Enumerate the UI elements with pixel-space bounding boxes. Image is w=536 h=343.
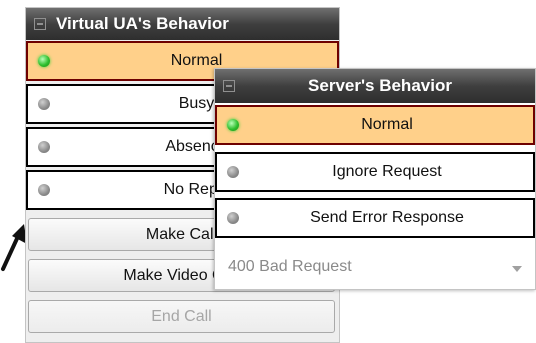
- collapse-icon[interactable]: [34, 18, 46, 30]
- server-option-label: Send Error Response: [310, 209, 464, 226]
- collapse-icon[interactable]: [223, 80, 235, 92]
- radio-off-icon: [38, 141, 50, 153]
- server-titlebar: Server's Behavior: [215, 69, 535, 103]
- radio-on-icon: [38, 55, 50, 67]
- server-behavior-panel: Server's Behavior Normal Ignore Request …: [214, 68, 536, 290]
- virtual-ua-titlebar: Virtual UA's Behavior: [26, 8, 339, 40]
- virtual-ua-title: Virtual UA's Behavior: [56, 14, 229, 33]
- radio-off-icon: [227, 212, 239, 224]
- server-option-normal[interactable]: Normal: [215, 105, 535, 145]
- radio-off-icon: [38, 184, 50, 196]
- radio-off-icon: [227, 166, 239, 178]
- server-title: Server's Behavior: [308, 76, 452, 95]
- server-option-label: Normal: [361, 116, 413, 133]
- radio-off-icon: [38, 98, 50, 110]
- server-option-label: Ignore Request: [332, 163, 442, 180]
- error-response-value: 400 Bad Request: [228, 258, 352, 275]
- end-call-button: End Call: [28, 300, 335, 333]
- chevron-down-icon[interactable]: [512, 266, 522, 272]
- server-option-send-error-response[interactable]: Send Error Response: [215, 198, 535, 238]
- error-response-select[interactable]: 400 Bad Request: [217, 246, 533, 288]
- server-option-ignore-request[interactable]: Ignore Request: [215, 152, 535, 192]
- radio-on-icon: [227, 119, 239, 131]
